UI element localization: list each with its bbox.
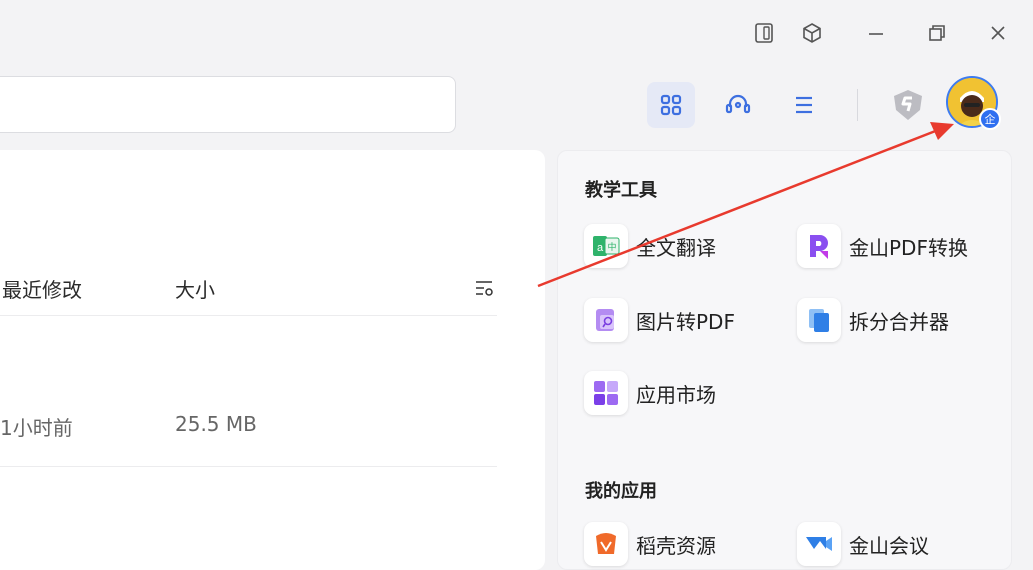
annotation-arrow xyxy=(537,122,954,288)
